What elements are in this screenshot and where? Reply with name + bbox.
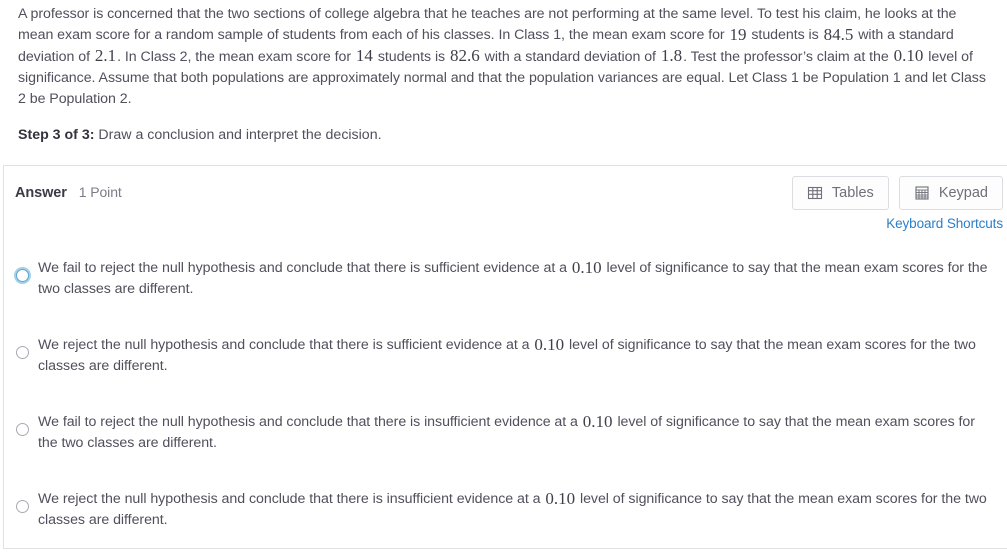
step-label: Step 3 of 3: [18,127,95,144]
calculator-keypad-icon [914,185,930,201]
question-page: A professor is concerned that the two se… [0,0,1007,555]
option-label-2: We reject the null hypothesis and conclu… [38,334,976,374]
tables-button[interactable]: Tables [791,176,889,210]
answer-header: Answer 1 Point Tables Keypad Keyboard Sh… [4,166,1007,234]
question-block: A professor is concerned that the two se… [0,0,1007,146]
math-number: 19 [729,24,747,44]
math-number: 0.10 [534,334,565,354]
answer-card: Answer 1 Point Tables Keypad Keyboard Sh… [3,165,1007,549]
math-number: 14 [355,46,373,66]
points-label: 1 Point [78,184,122,200]
answer-label: Answer [15,185,67,201]
question-statement: A professor is concerned that the two se… [18,6,986,108]
math-number: 2.1 [94,46,117,66]
option-radio-4[interactable] [16,500,29,513]
option-radio-2[interactable] [16,346,29,359]
math-number: 0.10 [893,46,924,66]
math-number: 1.8 [660,46,683,66]
answer-options-list: We fail to reject the null hypothesis an… [4,256,1007,530]
answer-option[interactable]: We fail to reject the null hypothesis an… [4,256,1007,299]
keypad-button-label: Keypad [938,185,988,201]
option-label-1: We fail to reject the null hypothesis an… [38,257,988,297]
tool-button-group: Tables Keypad [791,176,1003,210]
math-number: 84.5 [823,24,854,44]
keyboard-shortcuts-link[interactable]: Keyboard Shortcuts [886,216,1003,231]
table-grid-icon [807,185,823,201]
math-number: 0.10 [571,257,602,277]
option-label-4: We reject the null hypothesis and conclu… [38,488,987,528]
answer-option[interactable]: We reject the null hypothesis and conclu… [4,487,1007,530]
option-radio-1[interactable] [16,269,29,282]
answer-title-group: Answer 1 Point [15,184,122,201]
tables-button-label: Tables [831,185,874,201]
math-number: 0.10 [545,488,576,508]
keypad-button[interactable]: Keypad [898,176,1003,210]
option-label-3: We fail to reject the null hypothesis an… [38,411,975,451]
step-line: Step 3 of 3: Draw a conclusion and inter… [18,125,995,146]
answer-option[interactable]: We fail to reject the null hypothesis an… [4,410,1007,453]
step-description: Draw a conclusion and interpret the deci… [94,127,382,144]
math-number: 82.6 [449,46,480,66]
answer-option[interactable]: We reject the null hypothesis and conclu… [4,333,1007,376]
math-number: 0.10 [582,411,613,431]
option-radio-3[interactable] [16,423,29,436]
